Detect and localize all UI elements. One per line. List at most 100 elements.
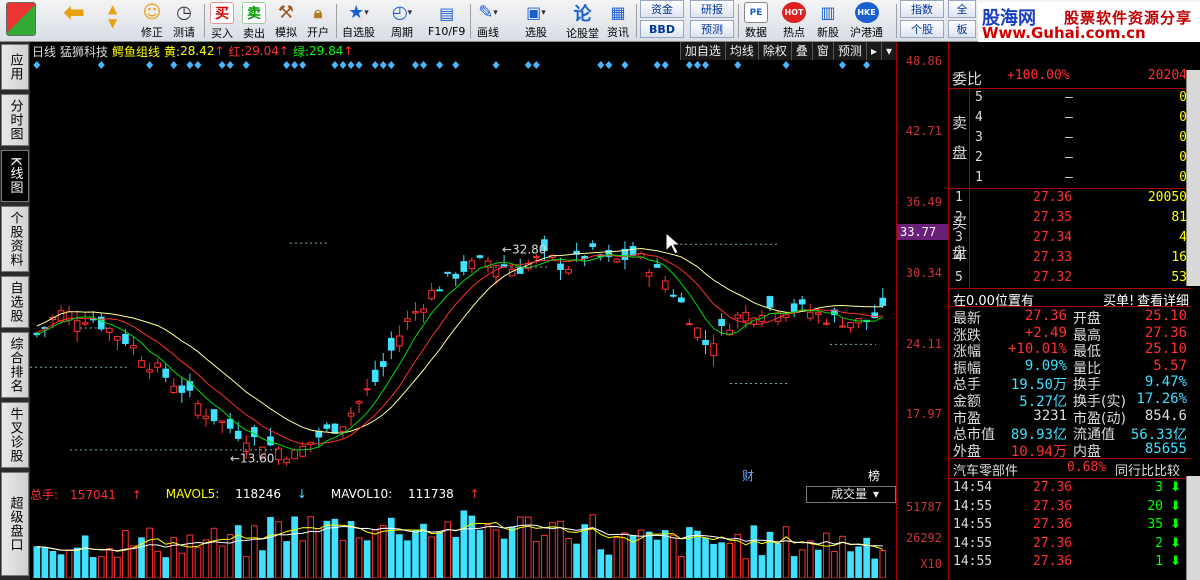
forum-button[interactable]: 论 论股堂 <box>566 2 599 40</box>
volume-bar <box>371 529 379 578</box>
sell-order-row[interactable]: 2–0 <box>949 150 1191 169</box>
menu-grid-button[interactable] <box>6 2 36 40</box>
kline-chart[interactable]: ←32.80 ←13.60 财 榜 <box>30 60 896 484</box>
candle-body <box>629 246 637 256</box>
forecast-chart-button[interactable]: 预测 <box>832 42 866 60</box>
f10-button[interactable]: ▤ F10/F9 <box>428 2 465 40</box>
sell-order-row[interactable]: 1–0 <box>949 170 1191 189</box>
order-book-scrollbar[interactable] <box>1186 70 1200 286</box>
period-button[interactable]: ◴ ▾ 周期 <box>390 2 414 40</box>
watchlist-button[interactable]: ★ ▾ 自选股 <box>342 2 375 40</box>
test-button[interactable]: ◷ 测请 <box>172 2 196 40</box>
buy-order-row[interactable]: 4 27.33 16 <box>949 250 1191 269</box>
volume-bar <box>686 527 693 578</box>
window-button[interactable]: 窗 <box>811 42 833 60</box>
volume-multiplier: X10 <box>920 557 942 571</box>
finance-marker[interactable]: 财 <box>742 469 754 483</box>
candle-body <box>138 360 145 368</box>
tab-stock-profile[interactable]: 个股资料 <box>1 206 29 272</box>
ipo-button[interactable]: ▥ 新股 <box>816 2 840 40</box>
volume-indicator-select[interactable]: 成交量 ▾ <box>806 486 896 503</box>
volume-bar <box>855 546 862 578</box>
tab-ranking[interactable]: 综合排名 <box>1 332 29 398</box>
tab-app[interactable]: 应用 <box>1 44 29 90</box>
sell-order-row[interactable]: 3–0 <box>949 130 1191 149</box>
research-button[interactable]: 研报 <box>690 0 734 18</box>
chart-header-buttons: 加自选 均线 除权 叠 窗 预测 ▸ ▾ <box>679 42 896 60</box>
arrow-down-icon: ↓ <box>296 487 307 501</box>
volume-bar <box>774 543 782 578</box>
price-tick: 42.71 <box>905 124 942 138</box>
mavol10-label: MAVOL10: <box>330 487 393 501</box>
divider <box>949 288 1191 289</box>
ranking-marker[interactable]: 榜 <box>868 468 880 483</box>
buy-button[interactable]: 买 买入 <box>210 2 234 40</box>
signal-diamond <box>492 61 500 69</box>
candle-body <box>162 368 170 378</box>
buy-order-row[interactable]: 1 27.36 20050 <box>949 190 1191 209</box>
up-down-button[interactable]: ▲ ▼ <box>108 2 117 40</box>
sector-compare-button[interactable]: 同行比比较 <box>1115 460 1180 479</box>
chart-header: 日线 猛狮科技 鳄鱼组线 黄: 28.42 ↑ 红: 29.04 ↑ 绿: 29… <box>30 42 896 60</box>
add-watchlist-button[interactable]: 加自选 <box>679 42 725 60</box>
sell-order-row[interactable]: 5–0 <box>949 90 1191 109</box>
hk-connect-button[interactable]: HKE 沪港通 <box>850 2 883 40</box>
hot-icon: HOT <box>782 2 806 23</box>
pick-stock-button[interactable]: ▣ ▾ 选股 <box>524 2 548 40</box>
buy-order-row[interactable]: 3 27.34 4 <box>949 230 1191 249</box>
candle-body <box>323 424 331 429</box>
all-button[interactable]: 全 <box>948 0 976 18</box>
quote-panel: 委比 +100.00% 20204 卖盘 5–0 4–0 3–0 2–0 1–0 买盘 … <box>948 42 1200 580</box>
candle-body <box>694 327 701 339</box>
tab-watchlist[interactable]: 自选股 <box>1 276 29 328</box>
stock-button[interactable]: 个股 <box>900 20 944 38</box>
data-button[interactable]: PE 数据 <box>744 2 768 40</box>
simulate-button[interactable]: ⚒ 模拟 <box>274 2 298 40</box>
ma-button[interactable]: 均线 <box>724 42 758 60</box>
arrow-down-icon: ⬇ <box>1170 535 1181 551</box>
yellow-label: 黄: <box>164 44 181 59</box>
info-button[interactable]: ▦ 资讯 <box>606 2 630 40</box>
low-price-annotation: ←13.60 <box>230 452 274 466</box>
candle-body <box>839 325 846 328</box>
sector-name[interactable]: 汽车零部件 <box>953 460 1018 479</box>
volume-bar <box>661 530 669 578</box>
sell-button[interactable]: 卖 卖出 <box>242 2 266 40</box>
tab-super-level[interactable]: 超级盘口 <box>1 472 29 576</box>
volume-chart[interactable] <box>30 502 896 578</box>
candle-body <box>154 362 161 368</box>
price-tick: 48.86 <box>905 54 942 68</box>
volume-bar <box>581 524 588 578</box>
sell-order-row[interactable]: 4–0 <box>949 110 1191 129</box>
draw-button[interactable]: ✎ ▾ 画线 <box>476 2 500 40</box>
candle-body <box>226 418 234 429</box>
tick-list-scrollbar[interactable] <box>1186 476 1200 580</box>
candle-body <box>363 388 371 391</box>
volume-bar <box>210 527 218 578</box>
quote-value: 9.09% <box>1024 357 1067 374</box>
buy-order-row[interactable]: 5 27.32 53 <box>949 270 1191 289</box>
volume-bar <box>782 526 790 578</box>
forecast-button[interactable]: 预测 <box>690 20 734 38</box>
tick-price: 27.36 <box>1033 535 1073 551</box>
capital-button[interactable]: 资金 <box>640 0 684 18</box>
revise-button[interactable]: ☺ 修正 <box>140 2 164 40</box>
dropdown-icon[interactable]: ▾ <box>880 42 896 60</box>
buy-order-row[interactable]: 2 27.35 81 <box>949 210 1191 229</box>
tab-kline[interactable]: K线图 <box>1 150 29 202</box>
volume-bar <box>299 540 307 578</box>
open-account-button[interactable]: 🔒︎ 开户 <box>306 2 330 40</box>
tick-price: 27.36 <box>1033 517 1073 532</box>
board-button[interactable]: 板 <box>948 20 976 38</box>
tab-diagnosis[interactable]: 牛叉诊股 <box>1 402 29 468</box>
signal-diamond <box>653 61 661 69</box>
overlay-button[interactable]: 叠 <box>790 42 812 60</box>
exright-button[interactable]: 除权 <box>757 42 791 60</box>
back-button[interactable]: ⬅ <box>62 0 86 40</box>
hot-button[interactable]: HOT 热点 <box>782 2 806 40</box>
index-button[interactable]: 指数 <box>900 0 944 18</box>
bbd-button[interactable]: BBD <box>640 20 684 38</box>
tab-intraday[interactable]: 分时图 <box>1 94 29 146</box>
separator <box>336 4 337 38</box>
play-icon[interactable]: ▸ <box>865 42 881 60</box>
